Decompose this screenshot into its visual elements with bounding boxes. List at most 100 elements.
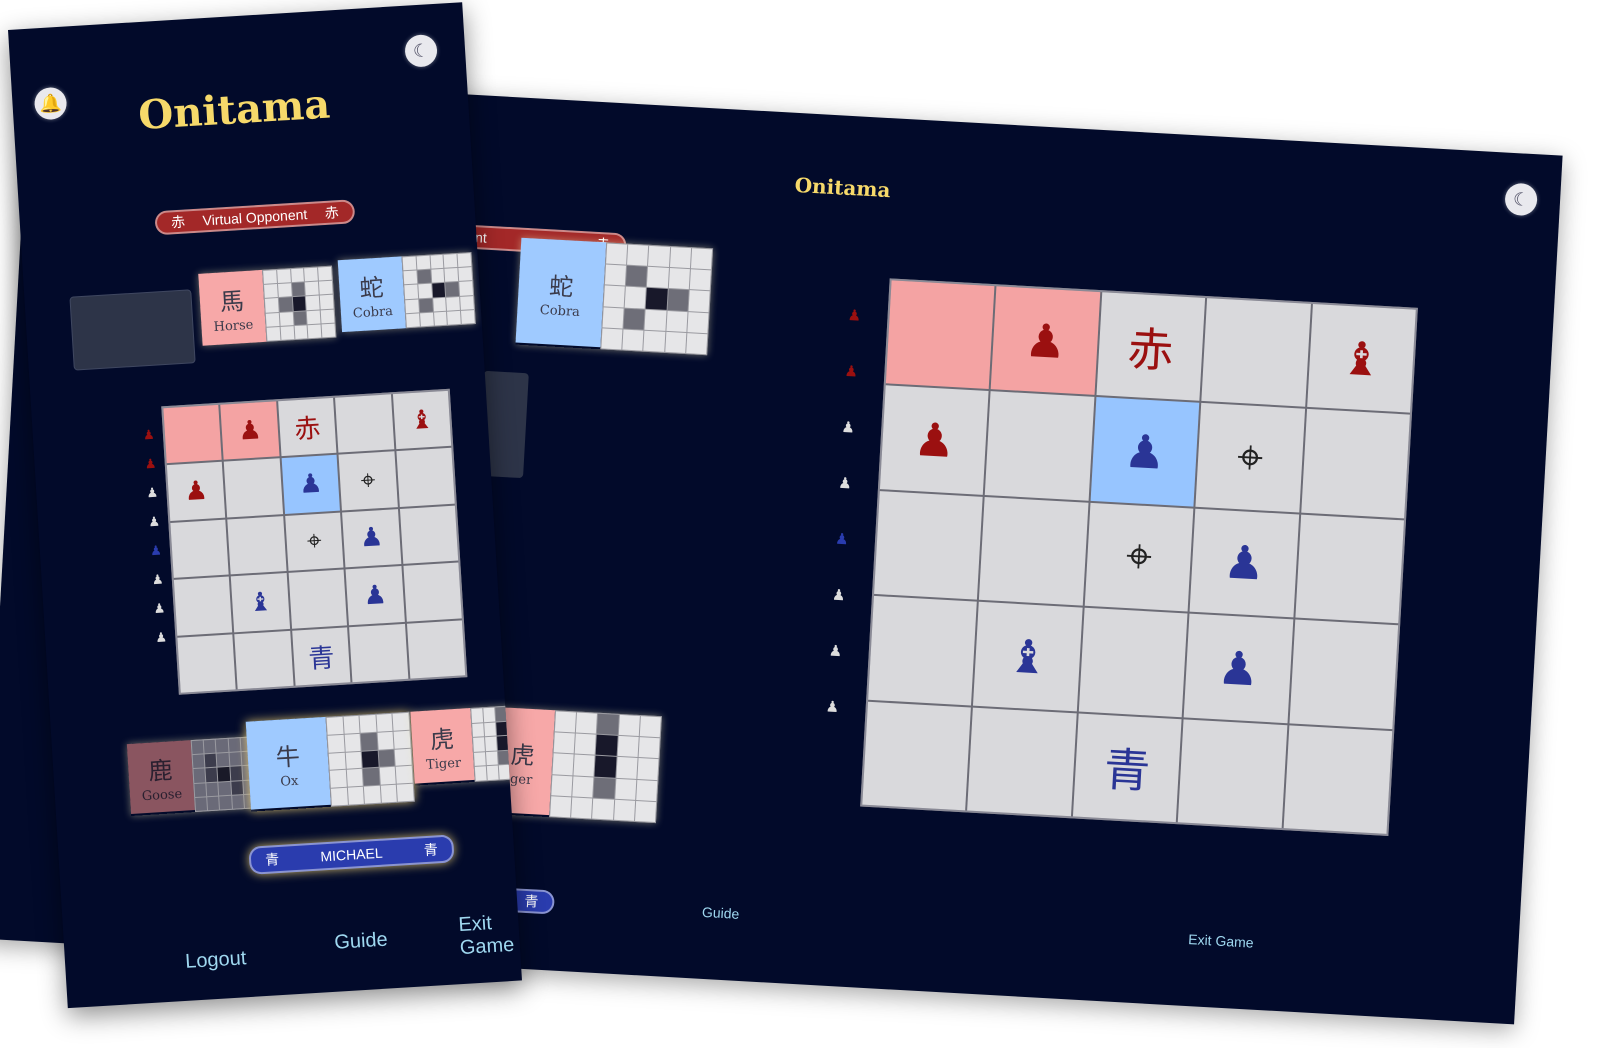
card-face: 牛 Ox <box>245 716 331 810</box>
moon-icon[interactable]: ☾ <box>1504 182 1538 217</box>
player-card-tiger[interactable]: 虎 Tiger <box>410 704 522 785</box>
board-square[interactable]: ♝ <box>231 573 290 632</box>
board-square[interactable] <box>227 515 287 575</box>
opponent-card-cobra[interactable]: 蛇 Cobra <box>337 252 476 333</box>
board-square[interactable] <box>399 505 459 565</box>
board-square[interactable] <box>406 619 466 679</box>
board-square[interactable]: 青 <box>291 626 351 686</box>
board-square[interactable] <box>163 404 223 464</box>
captured-slot: ♟ <box>154 629 168 646</box>
board-square[interactable] <box>862 701 972 811</box>
board-square[interactable] <box>874 490 984 600</box>
opponent-card-horse[interactable]: 馬 Horse <box>198 265 337 346</box>
player-card-tiger[interactable]: 虎 ger <box>489 706 662 824</box>
captured-slot: ♟ <box>153 600 166 617</box>
captured-red-pawn: ♟ <box>847 307 862 325</box>
bell-icon[interactable]: 🔔 <box>33 86 68 121</box>
board-square[interactable] <box>173 576 233 636</box>
board-square[interactable]: ♟ <box>1189 508 1299 618</box>
player-card-ox[interactable]: 牛 Ox <box>245 711 415 812</box>
exit-game-link[interactable]: Exit Game <box>458 911 521 961</box>
app-title: Onitama <box>794 172 892 203</box>
board-square[interactable] <box>170 519 230 579</box>
board-square[interactable] <box>1300 409 1410 519</box>
board-square[interactable] <box>979 496 1089 606</box>
blue-pawn[interactable]: ♟ <box>1216 640 1260 696</box>
board-square[interactable] <box>396 448 455 507</box>
board-square[interactable]: 青 <box>1072 713 1182 823</box>
board-square[interactable]: ♟ <box>1090 397 1200 507</box>
board-square[interactable] <box>1078 607 1188 717</box>
red-pawn[interactable]: ♟ <box>184 476 209 507</box>
player-card-goose[interactable]: 鹿 Goose <box>126 736 257 816</box>
board-square[interactable]: ♟ <box>220 401 280 461</box>
captured-red-pawn: ♟ <box>142 426 156 443</box>
board-square[interactable]: ♟ <box>281 455 341 514</box>
board-square[interactable] <box>967 707 1077 817</box>
exit-game-link[interactable]: Exit Game <box>1188 931 1254 951</box>
blue-master[interactable]: ♝ <box>248 587 273 618</box>
card-name: Cobra <box>539 302 581 320</box>
board-square[interactable] <box>985 391 1095 501</box>
board-square[interactable] <box>403 562 462 622</box>
board-square[interactable]: ♟ <box>991 286 1101 396</box>
player-kanji: 青 <box>264 851 280 868</box>
board-square[interactable]: ♟ <box>345 566 405 625</box>
board-square[interactable] <box>868 596 978 706</box>
game-board: ♟ 赤 ♝ ♟ ♟ ⌖ ⌖ ♟ ♝ ♟ 青 <box>161 388 468 695</box>
blue-pawn[interactable]: ♟ <box>363 580 388 611</box>
red-pawn[interactable]: ♟ <box>1023 313 1067 369</box>
guide-link[interactable]: Guide <box>702 904 740 922</box>
red-shrine: 赤 <box>1126 321 1176 378</box>
blue-master[interactable]: ♝ <box>1006 628 1050 684</box>
board-square[interactable] <box>234 630 294 690</box>
card-kanji: 馬 <box>219 287 245 317</box>
board-square[interactable]: ⌖ <box>1084 502 1194 612</box>
moon-icon[interactable]: ☾ <box>404 33 438 68</box>
target-icon[interactable]: ⌖ <box>1236 429 1265 486</box>
board-square[interactable]: ♝ <box>1306 303 1416 413</box>
board-square[interactable] <box>885 280 995 390</box>
opponent-card-cobra[interactable]: 蛇 Cobra <box>515 237 714 356</box>
guide-link[interactable]: Guide <box>334 929 389 955</box>
red-pawn[interactable]: ♟ <box>912 412 956 468</box>
game-board: ♟ 赤 ♝ ♟ ♟ ⌖ ⌖ ♟ ♝ ♟ 青 <box>860 278 1418 837</box>
board-square[interactable] <box>1294 514 1405 624</box>
target-icon[interactable]: ⌖ <box>1125 528 1154 585</box>
board-square[interactable]: ♟ <box>166 462 226 521</box>
blue-pawn[interactable]: ♟ <box>1222 535 1266 591</box>
board-square[interactable]: ♟ <box>1183 613 1293 723</box>
player-kanji: 青 <box>423 841 439 859</box>
blue-pawn[interactable]: ♟ <box>359 523 384 554</box>
target-icon[interactable]: ⌖ <box>360 465 377 497</box>
board-square[interactable] <box>349 623 408 683</box>
logout-link[interactable]: Logout <box>185 947 247 974</box>
blue-pawn-selected[interactable]: ♟ <box>298 469 323 500</box>
card-kanji: 虎 <box>429 725 455 755</box>
board-square[interactable] <box>1177 719 1288 829</box>
board-square[interactable]: ♟ <box>879 385 989 495</box>
target-icon[interactable]: ⌖ <box>306 526 323 558</box>
board-square[interactable]: ⌖ <box>338 451 398 511</box>
board-square[interactable]: ♝ <box>392 390 452 450</box>
board-square[interactable] <box>1201 298 1311 408</box>
board-square[interactable] <box>335 394 394 453</box>
red-master[interactable]: ♝ <box>409 404 434 435</box>
board-square[interactable] <box>177 634 237 693</box>
board-square[interactable] <box>1289 619 1399 729</box>
board-square[interactable]: 赤 <box>1096 292 1206 402</box>
board-square[interactable] <box>224 458 283 518</box>
board-square[interactable]: ⌖ <box>284 512 344 572</box>
board-square[interactable]: 赤 <box>277 397 337 457</box>
red-pawn[interactable]: ♟ <box>237 415 262 446</box>
board-square[interactable]: ♝ <box>973 602 1083 712</box>
card-name: Ox <box>279 773 299 790</box>
board-square[interactable] <box>288 569 348 629</box>
board-square[interactable]: ♟ <box>342 508 401 568</box>
board-square[interactable]: ⌖ <box>1195 403 1305 513</box>
board-square[interactable] <box>1283 724 1393 834</box>
player-label: 青 MICHAEL 青 <box>248 834 455 875</box>
card-kanji: 蛇 <box>358 273 385 304</box>
blue-pawn-selected[interactable]: ♟ <box>1123 424 1167 480</box>
red-master[interactable]: ♝ <box>1339 330 1383 386</box>
